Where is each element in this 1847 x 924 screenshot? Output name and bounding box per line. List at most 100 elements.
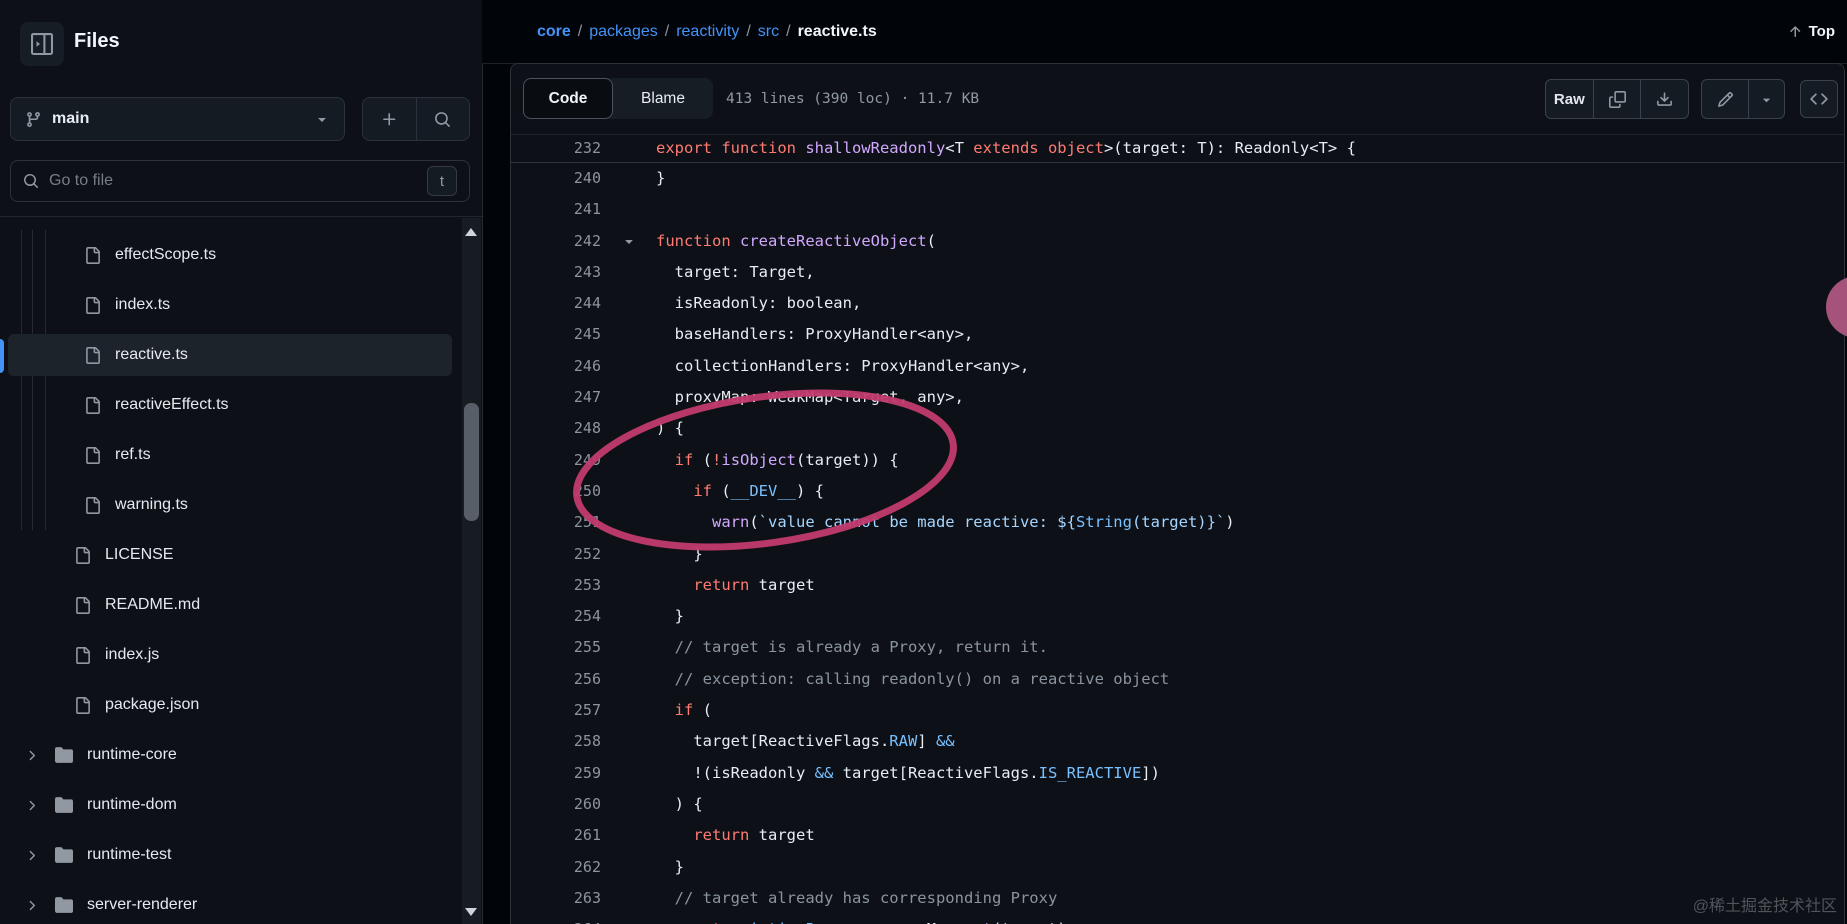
tree-folder-runtime-dom[interactable]: runtime-dom (8, 784, 452, 826)
line-number[interactable]: 255 (511, 632, 601, 663)
edit-button[interactable] (1702, 80, 1748, 118)
tab-blame[interactable]: Blame (613, 78, 713, 119)
raw-button[interactable]: Raw (1546, 80, 1593, 118)
line-number[interactable]: 244 (511, 288, 601, 319)
add-file-button[interactable] (363, 98, 416, 140)
download-button[interactable] (1640, 80, 1688, 118)
selected-file-accent (0, 339, 4, 373)
tree-file-effectScope.ts[interactable]: effectScope.ts (8, 234, 452, 276)
tree-item-label: LICENSE (105, 546, 174, 563)
line-number[interactable]: 254 (511, 601, 601, 632)
line-number[interactable]: 263 (511, 883, 601, 914)
breadcrumb-link[interactable]: packages (589, 23, 658, 41)
line-number[interactable]: 258 (511, 726, 601, 757)
search-tree-button[interactable] (415, 98, 470, 140)
branch-name: main (52, 110, 90, 127)
line-number[interactable]: 246 (511, 351, 601, 382)
file-meta: 413 lines (390 loc) · 11.7 KB (726, 91, 980, 107)
breadcrumb: core / packages / reactivity / src / reactive.ts (537, 0, 877, 63)
line-number[interactable]: 264 (511, 914, 601, 924)
tree-item-label: index.ts (115, 296, 171, 313)
code-line-254: 254 } (511, 601, 1844, 632)
code-text: collectionHandlers: ProxyHandler<any>, (656, 356, 1030, 375)
fold-toggle-icon[interactable] (601, 226, 656, 257)
line-number[interactable]: 252 (511, 539, 601, 570)
code-text: baseHandlers: ProxyHandler<any>, (656, 325, 974, 344)
line-number[interactable]: 260 (511, 789, 601, 820)
scrollbar-thumb[interactable] (464, 403, 479, 521)
tree-item-label: server-renderer (87, 896, 198, 913)
tree-folder-server-renderer[interactable]: server-renderer (8, 884, 452, 924)
line-number[interactable]: 249 (511, 445, 601, 476)
line-number[interactable]: 248 (511, 413, 601, 444)
tree-file-reactive.ts[interactable]: reactive.ts (8, 334, 452, 376)
code-line-252: 252 } (511, 539, 1844, 570)
sidebar-scrollbar[interactable] (462, 218, 481, 924)
code-line-257: 257 if ( (511, 695, 1844, 726)
code-text: const existingProxy = proxyMap.get(targe… (656, 914, 1067, 924)
line-number[interactable]: 250 (511, 476, 601, 507)
line-number[interactable]: 240 (511, 163, 601, 194)
copy-button[interactable] (1592, 80, 1641, 118)
breadcrumb-link[interactable]: reactivity (676, 23, 739, 41)
line-number[interactable]: 232 (511, 135, 601, 161)
scroll-down-arrow[interactable] (465, 908, 477, 916)
tree-item-label: ref.ts (115, 446, 151, 463)
line-number[interactable]: 243 (511, 257, 601, 288)
tree-item-label: README.md (105, 596, 201, 613)
line-number[interactable]: 262 (511, 852, 601, 883)
tree-file-reactiveEffect.ts[interactable]: reactiveEffect.ts (8, 384, 452, 426)
code-blame-tabs: Code Blame (523, 78, 713, 119)
tab-code[interactable]: Code (523, 78, 613, 119)
line-number[interactable]: 257 (511, 695, 601, 726)
chevron-right-icon (24, 898, 39, 913)
line-number[interactable]: 261 (511, 820, 601, 851)
code-line-259: 259 !(isReadonly && target[ReactiveFlags… (511, 758, 1844, 789)
line-number[interactable]: 256 (511, 664, 601, 695)
line-number[interactable]: 259 (511, 758, 601, 789)
code-text: if (__DEV__) { (693, 481, 824, 500)
tree-folder-runtime-core[interactable]: runtime-core (8, 734, 452, 776)
file-icon (84, 447, 101, 464)
code-line-264: 264 const existingProxy = proxyMap.get(t… (511, 914, 1844, 924)
line-number[interactable]: 253 (511, 570, 601, 601)
scroll-up-arrow[interactable] (465, 228, 477, 236)
tree-file-warning.ts[interactable]: warning.ts (8, 484, 452, 526)
raw-actions-group: Raw (1545, 79, 1689, 119)
tree-file-ref.ts[interactable]: ref.ts (8, 434, 452, 476)
tree-item-label: reactive.ts (115, 346, 188, 363)
line-number[interactable]: 247 (511, 382, 601, 413)
tree-file-index.ts[interactable]: index.ts (8, 284, 452, 326)
symbols-pane-button[interactable] (1800, 80, 1838, 118)
code-text: target[ReactiveFlags.RAW] && (656, 732, 955, 751)
tree-folder-runtime-test[interactable]: runtime-test (8, 834, 452, 876)
file-content-panel: Code Blame 413 lines (390 loc) · 11.7 KB… (510, 63, 1845, 924)
breadcrumb-link[interactable]: core (537, 23, 571, 41)
collapse-sidebar-button[interactable] (20, 22, 64, 66)
tree-file-LICENSE[interactable]: LICENSE (8, 534, 452, 576)
breadcrumb-separator: / (786, 22, 791, 40)
tree-file-README.md[interactable]: README.md (8, 584, 452, 626)
line-number[interactable]: 241 (511, 194, 601, 225)
line-number[interactable]: 242 (511, 226, 601, 257)
tree-file-package.json[interactable]: package.json (8, 684, 452, 726)
panel-left-icon (31, 33, 53, 55)
breadcrumb-link[interactable]: src (758, 23, 779, 41)
branch-selector[interactable]: main (10, 97, 345, 141)
code-listing: 240} 241 242 function createReactiveObject(… (511, 163, 1844, 924)
go-to-file-input[interactable]: Go to file t (10, 160, 470, 202)
line-number[interactable]: 251 (511, 507, 601, 538)
edit-dropdown-button[interactable] (1748, 80, 1784, 118)
back-to-top-link[interactable]: Top (1787, 0, 1835, 63)
tree-file-index.js[interactable]: index.js (8, 634, 452, 676)
code-text: } (656, 544, 703, 563)
code-text: // target is already a Proxy, return it. (674, 638, 1048, 657)
line-number[interactable]: 245 (511, 319, 601, 350)
